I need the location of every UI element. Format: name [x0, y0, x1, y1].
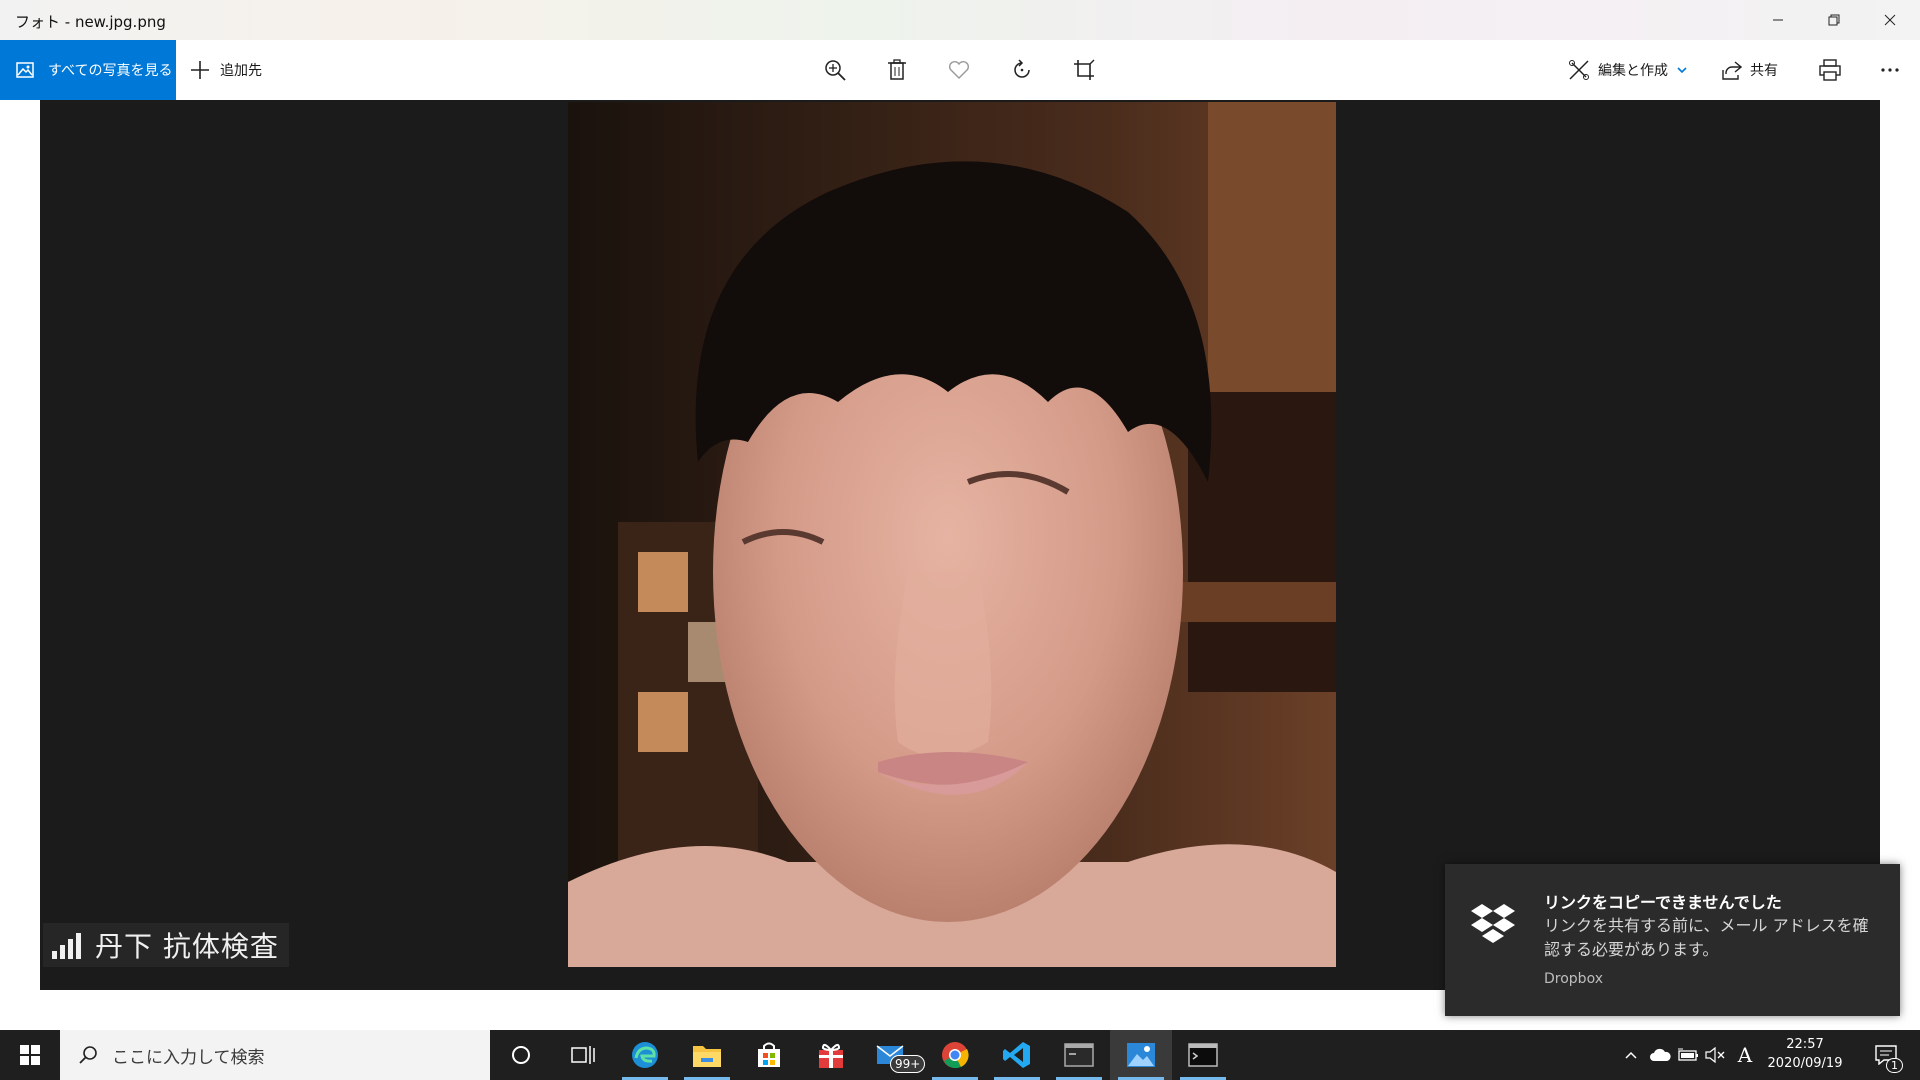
favorite-icon [949, 60, 969, 79]
more-button[interactable] [1870, 40, 1910, 100]
folder-icon [693, 1046, 721, 1067]
watermark-text: 丹下 抗体検査 [95, 930, 279, 963]
vscode-icon [1003, 1042, 1030, 1068]
taskbar-edge[interactable] [614, 1030, 676, 1080]
rotate-icon [1014, 59, 1030, 78]
see-all-photos-label: すべての写真を見る [48, 63, 173, 79]
delete-button[interactable] [877, 40, 917, 100]
share-button[interactable]: 共有 [1722, 40, 1786, 100]
taskbar-search-box[interactable]: ここに入力して検索 [60, 1030, 490, 1080]
signal-bars-icon [52, 933, 81, 959]
battery-tray-button[interactable] [1674, 1030, 1702, 1080]
more-icon [1881, 68, 1899, 72]
chevron-down-icon [1677, 67, 1687, 74]
notification-toast[interactable]: リンクをコピーできませんでした リンクを共有する前に、メール アドレスを確認する… [1445, 864, 1900, 1016]
share-label: 共有 [1750, 63, 1778, 79]
taskbar-store[interactable] [738, 1030, 800, 1080]
taskbar-clock[interactable]: 22:57 2020/09/19 [1760, 1030, 1850, 1080]
taskbar-terminal-2[interactable] [1172, 1030, 1234, 1080]
taskbar: ここに入力して検索 99+ A 22:57 2020/09/19 1 [0, 1030, 1920, 1080]
photos-icon [16, 62, 34, 78]
notification-count: 1 [1886, 1058, 1903, 1073]
windows-logo-icon [20, 1045, 40, 1065]
title-bar: フォト - new.jpg.png [0, 0, 1920, 40]
dropbox-icon [1471, 904, 1515, 943]
toast-title: リンクをコピーできませんでした [1544, 893, 1782, 912]
taskbar-gift-app[interactable] [800, 1030, 862, 1080]
close-button[interactable] [1862, 0, 1918, 40]
rotate-button[interactable] [1002, 40, 1042, 100]
zoom-in-icon [825, 60, 846, 81]
edit-create-button[interactable]: 編集と作成 [1568, 40, 1704, 100]
photos-app-icon [1127, 1043, 1155, 1067]
start-button[interactable] [0, 1030, 60, 1080]
search-icon [79, 1046, 97, 1064]
show-hidden-icons-button[interactable] [1618, 1030, 1644, 1080]
viewer-right-margin [1880, 100, 1920, 990]
search-placeholder: ここに入力して検索 [112, 1047, 265, 1068]
command-prompt-icon [1188, 1043, 1218, 1067]
cortana-icon [512, 1046, 530, 1064]
photo-image[interactable] [568, 102, 1336, 967]
onedrive-tray-button[interactable] [1646, 1030, 1674, 1080]
print-icon [1819, 59, 1841, 81]
viewer-left-margin [0, 100, 40, 990]
delete-icon [888, 59, 906, 80]
taskbar-mail[interactable]: 99+ [862, 1030, 926, 1080]
taskbar-terminal-1[interactable] [1048, 1030, 1110, 1080]
video-watermark: 丹下 抗体検査 [43, 923, 289, 967]
minimize-button[interactable] [1750, 0, 1806, 40]
crop-icon [1074, 59, 1095, 80]
volume-muted-icon [1705, 1047, 1725, 1063]
edit-create-label: 編集と作成 [1598, 63, 1668, 79]
restore-button[interactable] [1806, 0, 1862, 40]
chrome-icon [942, 1042, 969, 1069]
edge-browser-icon [632, 1042, 658, 1068]
terminal-window-icon [1064, 1043, 1094, 1067]
taskbar-vscode[interactable] [986, 1030, 1048, 1080]
cloud-icon [1650, 1048, 1671, 1061]
mail-badge: 99+ [890, 1055, 926, 1073]
app-toolbar: すべての写真を見る 追加先 編集と作成 共有 [0, 40, 1920, 100]
toast-source: Dropbox [1544, 971, 1603, 987]
plus-icon [191, 61, 209, 79]
task-view-button[interactable] [552, 1030, 614, 1080]
crop-button[interactable] [1064, 40, 1104, 100]
taskbar-file-explorer[interactable] [676, 1030, 738, 1080]
task-view-icon [571, 1046, 595, 1064]
zoom-button[interactable] [815, 40, 855, 100]
favorite-button[interactable] [939, 40, 979, 100]
toast-body: リンクを共有する前に、メール アドレスを確認する必要があります。 [1544, 916, 1869, 959]
window-title: フォト - new.jpg.png [15, 13, 166, 31]
clock-time: 22:57 [1786, 1037, 1824, 1052]
add-to-button[interactable]: 追加先 [190, 40, 262, 100]
print-button[interactable] [1810, 40, 1850, 100]
portrait-photo [568, 102, 1336, 967]
chevron-up-icon [1625, 1051, 1637, 1059]
volume-tray-button[interactable] [1702, 1030, 1730, 1080]
ime-mode-button[interactable]: A [1732, 1030, 1758, 1080]
gift-icon [819, 1044, 843, 1068]
battery-icon [1678, 1048, 1698, 1061]
cortana-button[interactable] [490, 1030, 552, 1080]
share-icon [1722, 61, 1742, 80]
taskbar-photos[interactable] [1110, 1030, 1172, 1080]
clock-date: 2020/09/19 [1767, 1056, 1843, 1071]
add-to-label: 追加先 [220, 63, 262, 79]
action-center-button[interactable]: 1 [1866, 1030, 1906, 1080]
store-icon [758, 1042, 780, 1067]
see-all-photos-button[interactable]: すべての写真を見る [0, 40, 176, 100]
edit-create-icon [1569, 60, 1589, 80]
taskbar-chrome[interactable] [924, 1030, 986, 1080]
